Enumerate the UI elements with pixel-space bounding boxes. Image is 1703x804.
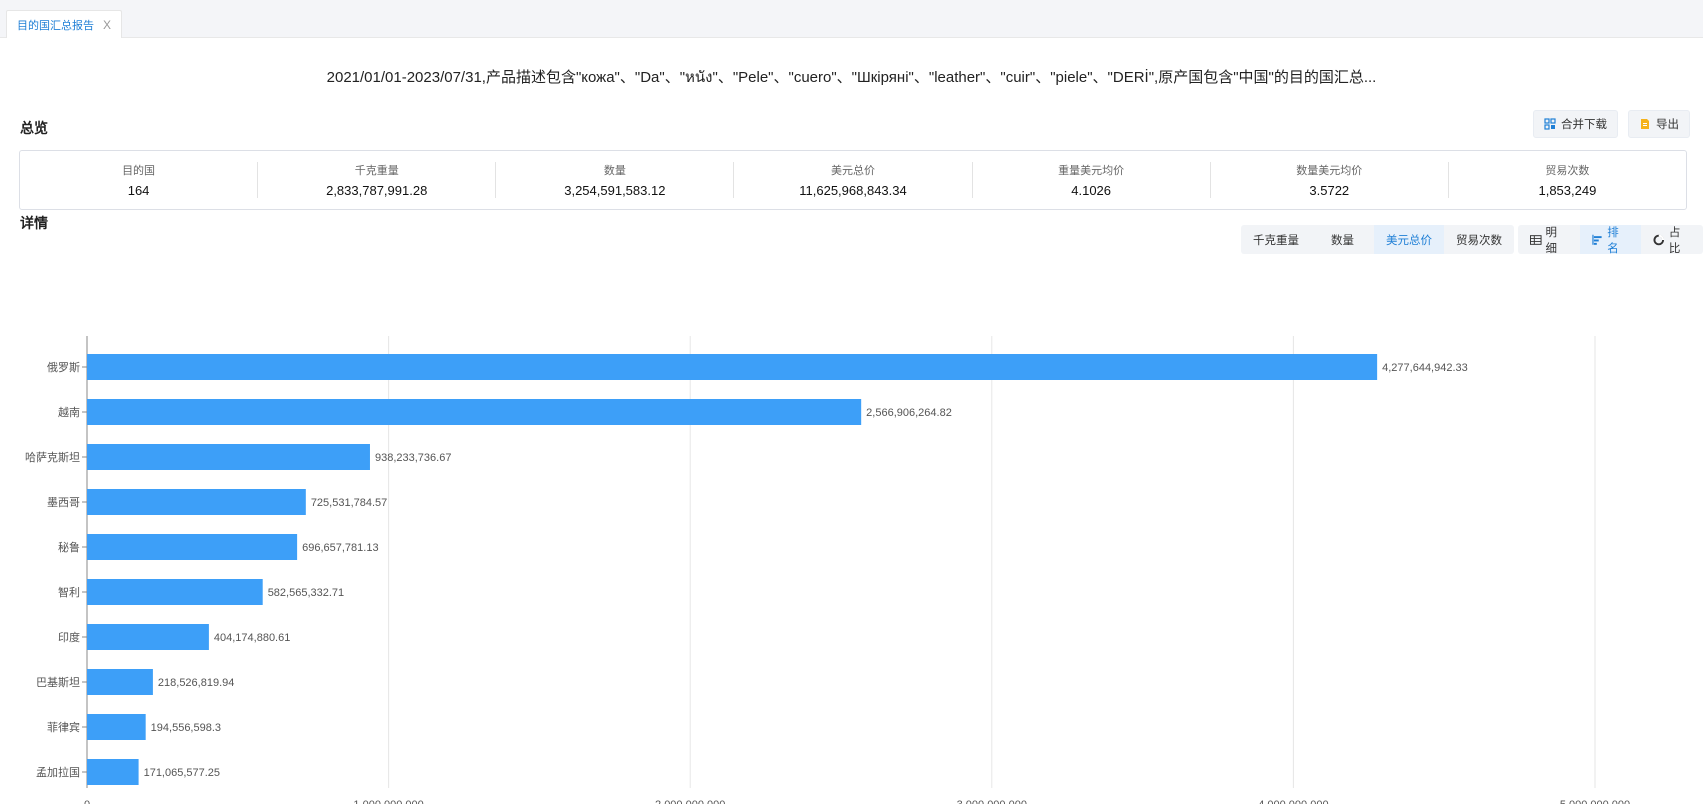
bar xyxy=(87,444,370,470)
view-detail-label: 明细 xyxy=(1545,226,1558,255)
grid-icon xyxy=(1544,118,1556,130)
stat-label: 千克重量 xyxy=(354,165,399,177)
value-label: 171,065,577.25 xyxy=(144,767,220,779)
stat-value: 4.1026 xyxy=(1071,183,1112,198)
export-label: 导出 xyxy=(1656,119,1679,131)
category-label: 印度 xyxy=(58,630,80,644)
metric-trade-count[interactable]: 贸易次数 xyxy=(1444,225,1514,254)
stat-label: 重量美元均价 xyxy=(1058,165,1125,177)
tab-bar: 目的国汇总报告 X xyxy=(0,0,1703,38)
category-label: 菲律宾 xyxy=(47,720,80,734)
bar xyxy=(87,669,153,695)
stat-trade-count: 贸易次数 1,853,249 xyxy=(1447,162,1686,198)
stat-value: 3.5722 xyxy=(1309,183,1350,198)
x-tick-label: 4,000,000,000 xyxy=(1258,799,1328,804)
merge-download-label: 合并下载 xyxy=(1561,119,1607,131)
overview-title: 总览 xyxy=(20,120,48,136)
bar xyxy=(87,714,146,740)
stat-weight-usd-avg: 重量美元均价 4.1026 xyxy=(971,162,1210,198)
stat-quantity: 数量 3,254,591,583.12 xyxy=(495,162,733,198)
view-share[interactable]: 占比 xyxy=(1641,225,1703,254)
bar xyxy=(87,579,263,605)
value-label: 696,657,781.13 xyxy=(302,542,378,554)
x-tick-label: 2,000,000,000 xyxy=(655,799,725,804)
view-ranking[interactable]: 排名 xyxy=(1579,225,1642,255)
bar xyxy=(87,354,1378,380)
export-button[interactable]: 导出 xyxy=(1628,110,1690,138)
stat-value: 11,625,968,843.34 xyxy=(799,183,907,198)
ranking-bar-chart: 0 1,000,000,000 2,000,000,000 3,000,000,000… xyxy=(25,336,1630,804)
close-icon[interactable]: X xyxy=(103,18,111,32)
category-label: 俄罗斯 xyxy=(47,361,80,374)
metric-usd-total[interactable]: 美元总价 xyxy=(1374,225,1444,254)
metric-weight-kg[interactable]: 千克重量 xyxy=(1241,225,1311,254)
category-label: 越南 xyxy=(58,405,80,419)
stat-quantity-usd-avg: 数量美元均价 3.5722 xyxy=(1209,162,1448,198)
view-ranking-label: 排名 xyxy=(1607,226,1619,255)
category-label: 巴基斯坦 xyxy=(36,675,80,689)
stat-value: 3,254,591,583.12 xyxy=(564,183,666,198)
table-icon xyxy=(1530,234,1542,245)
bar xyxy=(87,759,139,785)
value-label: 938,233,736.67 xyxy=(375,452,451,464)
value-label: 194,556,598.3 xyxy=(151,722,221,734)
stat-label: 数量 xyxy=(603,165,626,177)
overview-summary: 目的国 164 千克重量 2,833,787,991.28 数量 3,254,5… xyxy=(19,150,1687,210)
main-content: 2021/01/01-2023/07/31,产品描述包含"кожа"、"Da"、… xyxy=(0,38,1703,804)
value-label: 218,526,819.94 xyxy=(158,677,234,689)
value-label: 4,277,644,942.33 xyxy=(1382,362,1468,374)
bar xyxy=(87,489,306,515)
tab-destination-report[interactable]: 目的国汇总报告 X xyxy=(6,10,123,38)
metric-selector: 千克重量 数量 美元总价 贸易次数 xyxy=(1241,225,1514,254)
metric-quantity[interactable]: 数量 xyxy=(1311,225,1374,254)
category-label: 墨西哥 xyxy=(47,496,80,509)
stat-value: 164 xyxy=(127,183,150,198)
stat-label: 数量美元均价 xyxy=(1296,165,1363,177)
stat-destination-count: 目的国 164 xyxy=(20,162,257,198)
bar-chart-icon xyxy=(1592,234,1602,245)
x-tick-label: 1,000,000,000 xyxy=(353,799,423,804)
details-title: 详情 xyxy=(20,215,48,231)
file-icon xyxy=(1641,119,1649,129)
view-share-label: 占比 xyxy=(1668,226,1681,255)
category-label: 哈萨克斯坦 xyxy=(25,450,80,464)
value-label: 404,174,880.61 xyxy=(214,632,290,644)
category-label: 秘鲁 xyxy=(58,540,80,554)
value-label: 582,565,332.71 xyxy=(268,587,344,599)
x-tick-label: 5,000,000,000 xyxy=(1560,799,1630,804)
view-selector: 明细 排名 占比 xyxy=(1518,225,1703,254)
value-label: 725,531,784.57 xyxy=(311,497,387,509)
tab-label: 目的国汇总报告 xyxy=(17,19,94,32)
bar xyxy=(87,399,862,425)
pie-chart-icon xyxy=(1653,234,1665,245)
stat-value: 1,853,249 xyxy=(1538,183,1597,198)
category-label: 智利 xyxy=(58,585,80,599)
view-detail[interactable]: 明细 xyxy=(1518,225,1580,254)
stat-value: 2,833,787,991.28 xyxy=(326,183,428,198)
bar xyxy=(87,624,209,650)
merge-download-button[interactable]: 合并下载 xyxy=(1533,110,1618,138)
x-tick-label: 3,000,000,000 xyxy=(957,799,1027,804)
stat-label: 贸易次数 xyxy=(1545,165,1590,177)
stat-label: 目的国 xyxy=(122,165,156,177)
value-label: 2,566,906,264.82 xyxy=(866,407,952,419)
stat-weight-kg: 千克重量 2,833,787,991.28 xyxy=(257,162,495,198)
category-label: 孟加拉国 xyxy=(36,765,80,779)
report-title: 2021/01/01-2023/07/31,产品描述包含"кожа"、"Da"、… xyxy=(326,69,1377,86)
x-tick-label: 0 xyxy=(84,799,90,804)
bar xyxy=(87,534,298,560)
stat-label: 美元总价 xyxy=(830,165,875,177)
stat-usd-total: 美元总价 11,625,968,843.34 xyxy=(733,162,971,198)
